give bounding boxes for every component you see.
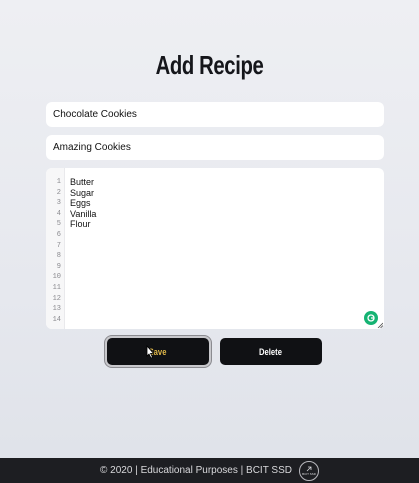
line-number: 13 xyxy=(52,305,61,314)
line-number: 5 xyxy=(56,220,61,229)
line-number: 2 xyxy=(56,188,61,197)
ingredient-line xyxy=(70,230,380,241)
footer: © 2020 | Educational Purposes | BCIT SSD… xyxy=(0,458,419,483)
ingredient-line: Vanilla xyxy=(70,208,97,219)
ingredient-line xyxy=(70,294,380,305)
ingredient-line xyxy=(70,304,380,315)
ingredient-line: Sugar xyxy=(70,187,95,198)
line-number-gutter: 1 2 3 4 5 6 7 8 9 10 11 12 13 14 xyxy=(46,168,65,329)
mouse-pointer-icon xyxy=(146,345,155,359)
page-title: Add Recipe xyxy=(155,50,264,80)
ingredient-line xyxy=(70,283,380,294)
line-number: 6 xyxy=(56,230,61,239)
recipe-description-input[interactable] xyxy=(46,135,384,160)
resize-handle-icon[interactable] xyxy=(377,322,383,328)
ingredients-editor[interactable]: 1 2 3 4 5 6 7 8 9 10 11 12 13 14 Butter Sugar Eggs Vanil… xyxy=(46,168,384,329)
line-number: 11 xyxy=(52,283,61,292)
line-number: 9 xyxy=(56,262,61,271)
line-number: 7 xyxy=(56,241,61,250)
footer-logo-icon: BCIT SSD xyxy=(298,460,319,481)
ingredient-line xyxy=(70,251,380,262)
recipe-title-input[interactable] xyxy=(46,102,384,127)
ingredient-line xyxy=(70,262,380,273)
line-number: 12 xyxy=(52,294,61,303)
ingredient-line xyxy=(70,241,380,252)
footer-text: © 2020 | Educational Purposes | BCIT SSD xyxy=(100,465,292,476)
line-number: 3 xyxy=(56,199,61,208)
grammarly-icon[interactable] xyxy=(364,311,378,325)
line-number: 1 xyxy=(56,178,61,186)
delete-button[interactable]: Delete xyxy=(220,338,322,365)
ingredient-line: Flour xyxy=(70,219,91,230)
ingredient-line xyxy=(70,315,380,326)
line-number: 4 xyxy=(56,209,61,218)
ingredient-line: Butter xyxy=(70,177,95,187)
ingredient-line xyxy=(70,272,380,283)
delete-button-label: Delete xyxy=(259,346,283,357)
ingredients-text[interactable]: Butter Sugar Eggs Vanilla Flour xyxy=(70,177,380,325)
line-number: 8 xyxy=(56,252,61,261)
ingredient-line: Eggs xyxy=(70,198,91,209)
save-button[interactable]: Save xyxy=(107,338,209,365)
line-number: 10 xyxy=(52,273,61,282)
line-number: 14 xyxy=(52,315,61,324)
